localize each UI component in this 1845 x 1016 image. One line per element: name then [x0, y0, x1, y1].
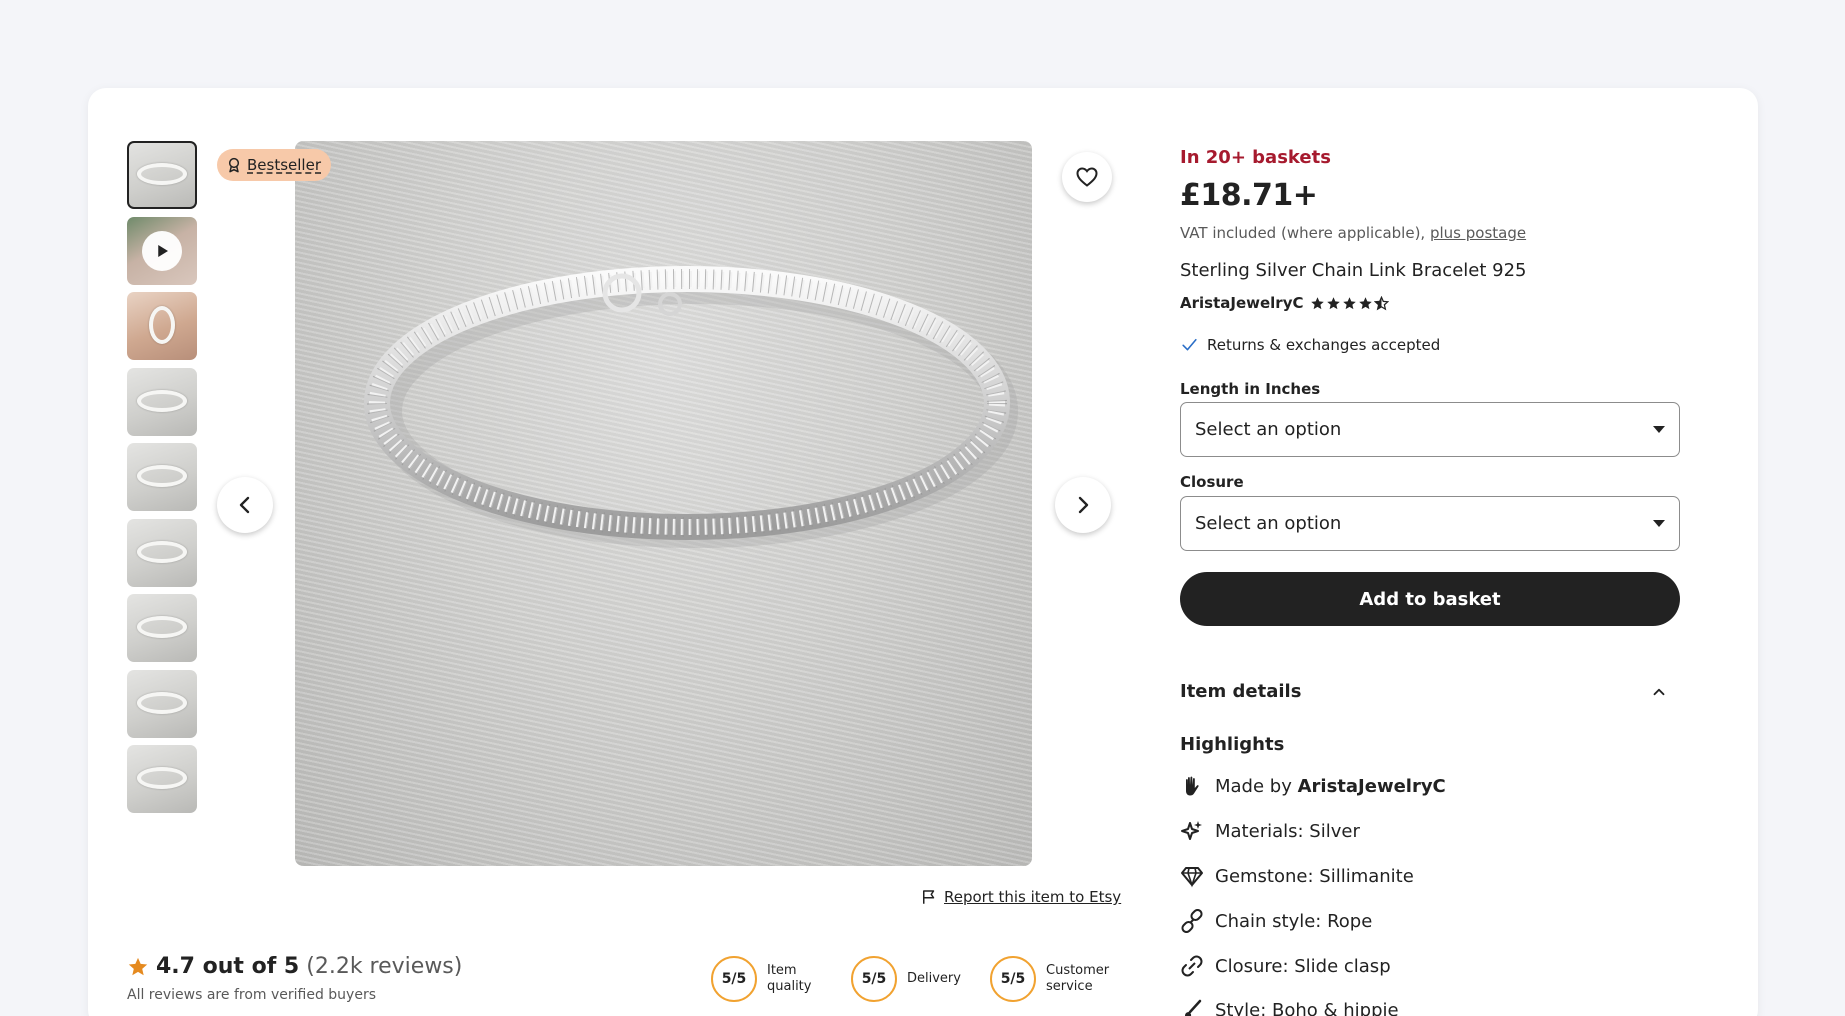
chevron-left-icon	[239, 496, 250, 514]
shop-info: AristaJewelryC	[1180, 294, 1390, 312]
highlight-materials: Materials: Silver	[1180, 819, 1360, 843]
made-by-prefix: Made by	[1215, 775, 1298, 797]
link-icon	[1181, 955, 1203, 977]
gemstone-text: Gemstone: Sillimanite	[1215, 865, 1414, 887]
thumbnail-video[interactable]	[127, 216, 197, 285]
metric-label: Delivery	[907, 971, 961, 987]
closure-label: Closure	[1180, 473, 1244, 491]
highlights-heading: Highlights	[1180, 734, 1285, 755]
thumbnail-7[interactable]	[127, 594, 197, 662]
play-icon	[142, 230, 182, 271]
heart-icon	[1076, 167, 1098, 187]
gem-icon	[1181, 867, 1203, 888]
sparkle-icon	[1181, 821, 1202, 840]
checkmark-icon	[1182, 338, 1197, 351]
badge-label: Bestseller	[247, 156, 321, 174]
star-icon	[128, 957, 148, 975]
postage-link[interactable]: plus postage	[1430, 224, 1526, 242]
highlight-style: Style: Boho & hippie	[1180, 998, 1399, 1016]
review-score: 4.7 out of 5	[156, 954, 300, 979]
highlight-gemstone: Gemstone: Sillimanite	[1180, 864, 1414, 888]
previous-image-button[interactable]	[217, 477, 273, 533]
highlight-closure: Closure: Slide clasp	[1180, 954, 1391, 978]
metric-customer-service: 5/5 Customer service	[990, 956, 1118, 1002]
shop-name[interactable]: AristaJewelryC	[1180, 294, 1303, 312]
next-image-button[interactable]	[1055, 477, 1111, 533]
item-details-heading: Item details	[1180, 681, 1302, 702]
vat-note: VAT included (where applicable), plus po…	[1180, 224, 1526, 242]
made-by-shop[interactable]: AristaJewelryC	[1298, 776, 1446, 797]
baskets-count: In 20+ baskets	[1180, 147, 1331, 168]
report-item-link[interactable]: Report this item to Etsy	[920, 888, 1121, 906]
caret-down-icon	[1653, 520, 1665, 527]
hand-icon	[1186, 776, 1199, 796]
chevron-right-icon	[1078, 496, 1089, 514]
bracelet-illustration	[364, 266, 1018, 548]
price: £18.71+	[1180, 178, 1318, 213]
bestseller-badge[interactable]: Bestseller	[217, 149, 331, 181]
item-details-toggle[interactable]: Item details	[1180, 681, 1680, 702]
star-icon	[1327, 296, 1341, 309]
metric-label: Item quality	[767, 963, 812, 994]
highlight-chain-style: Chain style: Rope	[1180, 909, 1372, 933]
style-text: Style: Boho & hippie	[1215, 999, 1399, 1016]
metric-item-quality: 5/5 Item quality	[711, 956, 839, 1002]
reviews-summary: 4.7 out of 5 (2.2k reviews) All reviews …	[127, 954, 462, 1003]
brush-icon	[1185, 999, 1202, 1016]
thumbnail-8[interactable]	[127, 669, 197, 738]
highlight-made-by: Made by AristaJewelryC	[1180, 774, 1446, 798]
thumbnail-9[interactable]	[127, 745, 197, 813]
report-label: Report this item to Etsy	[944, 888, 1122, 906]
closure-text: Closure: Slide clasp	[1215, 955, 1391, 977]
product-card: Bestseller Report this item to Etsy 4.7 …	[88, 88, 1758, 1016]
thumbnail-6[interactable]	[127, 518, 197, 587]
review-note: All reviews are from verified buyers	[127, 987, 376, 1003]
star-icon	[1343, 296, 1357, 309]
add-to-basket-button[interactable]: Add to basket	[1180, 572, 1680, 626]
returns-label: Returns & exchanges accepted	[1207, 335, 1441, 354]
returns-policy: Returns & exchanges accepted	[1180, 335, 1440, 354]
closure-select-value: Select an option	[1195, 513, 1342, 534]
main-product-image	[295, 141, 1032, 866]
length-label: Length in Inches	[1180, 380, 1321, 398]
thumbnail-4[interactable]	[127, 367, 197, 436]
flag-icon	[923, 890, 935, 904]
metric-delivery: 5/5 Delivery	[851, 956, 961, 1002]
thumbnail-5[interactable]	[127, 443, 197, 511]
length-select-value: Select an option	[1195, 419, 1342, 440]
caret-down-icon	[1653, 426, 1665, 433]
star-half-icon	[1374, 295, 1390, 310]
metric-label: Customer service	[1046, 963, 1110, 994]
product-title: Sterling Silver Chain Link Bracelet 925	[1180, 260, 1527, 281]
shop-rating-stars	[1310, 295, 1390, 311]
favorite-button[interactable]	[1062, 152, 1112, 202]
thumbnail-strip	[127, 141, 197, 821]
materials-text: Materials: Silver	[1215, 820, 1360, 842]
star-icon	[1311, 296, 1325, 309]
star-icon	[1359, 296, 1373, 309]
vat-text: VAT included (where applicable),	[1180, 224, 1430, 242]
metric-score: 5/5	[711, 956, 757, 1002]
closure-select[interactable]: Select an option	[1180, 496, 1680, 551]
thumbnail-1[interactable]	[127, 141, 197, 209]
chevron-up-icon	[1653, 688, 1665, 695]
chain-link-icon	[1181, 909, 1203, 933]
chain-style-text: Chain style: Rope	[1215, 910, 1373, 932]
metric-score: 5/5	[851, 956, 897, 1002]
thumbnail-3[interactable]	[127, 292, 197, 360]
length-select[interactable]: Select an option	[1180, 402, 1680, 457]
metric-score: 5/5	[990, 956, 1036, 1002]
award-icon	[228, 157, 240, 173]
review-count[interactable]: (2.2k reviews)	[306, 954, 462, 979]
